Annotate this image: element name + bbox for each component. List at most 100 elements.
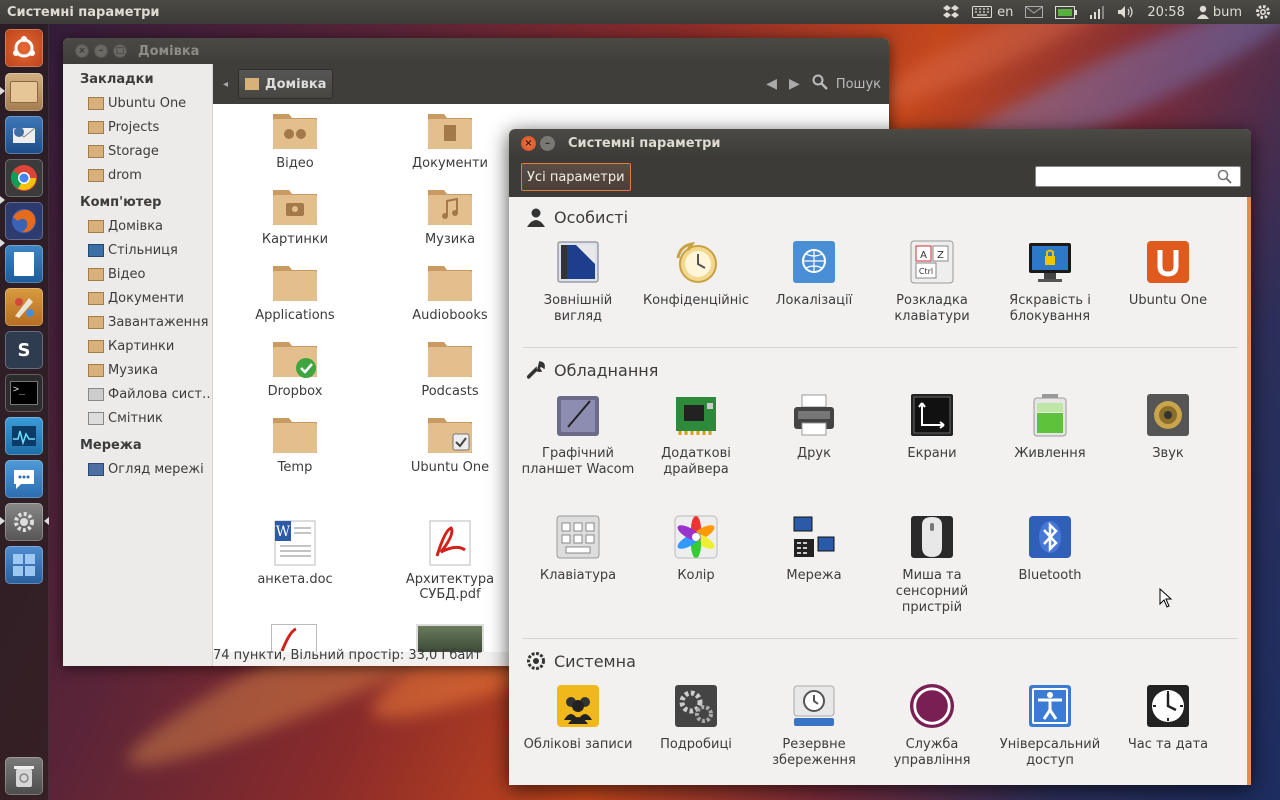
file-item-audiobooks[interactable]: Audiobooks xyxy=(380,262,520,323)
close-button[interactable]: × xyxy=(75,44,89,58)
back-arrow-icon[interactable]: ◀ xyxy=(766,76,777,92)
file-item-music[interactable]: Музика xyxy=(380,186,520,247)
sidebar-item-trash[interactable]: Смітник xyxy=(63,406,212,430)
settings-language[interactable]: Локалізації xyxy=(754,239,874,309)
file-item-applications[interactable]: Applications xyxy=(225,262,365,323)
sidebar-item-pictures[interactable]: Картинки xyxy=(63,334,212,358)
settings-brightness-lock[interactable]: Яскравість і блокування xyxy=(990,239,1110,325)
settings-wacom-tablet[interactable]: Графічний планшет Wacom xyxy=(518,392,638,478)
file-item-pictures[interactable]: Картинки xyxy=(225,186,365,247)
dropbox-icon[interactable] xyxy=(936,0,966,24)
sidebar-item-downloads[interactable]: Завантаження xyxy=(63,310,212,334)
file-item-dropbox[interactable]: Dropbox xyxy=(225,338,365,399)
keyboard-layout-icon: A Z Ctrl xyxy=(909,239,955,285)
settings-titlebar[interactable]: × – Системні параметри xyxy=(509,129,1251,157)
keyboard-indicator[interactable]: en xyxy=(966,0,1019,24)
settings-sound[interactable]: Звук xyxy=(1108,392,1228,462)
file-item-videos[interactable]: Відео xyxy=(225,110,365,171)
sidebar-item-videos[interactable]: Відео xyxy=(63,262,212,286)
sidebar-item-drom[interactable]: drom xyxy=(63,163,212,187)
file-item-ubuntu-one[interactable]: Ubuntu One xyxy=(380,414,520,475)
files-icon[interactable] xyxy=(5,73,43,111)
dropbox-folder-icon xyxy=(272,338,318,378)
sidebar-item-ubuntu-one[interactable]: Ubuntu One xyxy=(63,91,212,115)
file-item-architecture-pdf[interactable]: Архитектура СУБД.pdf xyxy=(380,520,520,602)
settings-additional-drivers[interactable]: Додаткові драйвера xyxy=(636,392,756,478)
volume-icon[interactable] xyxy=(1111,0,1141,24)
settings-search-input[interactable] xyxy=(1035,166,1241,187)
maximize-button[interactable]: □ xyxy=(113,44,127,58)
forward-arrow-icon[interactable]: ▶ xyxy=(789,76,800,92)
sidebar-item-projects[interactable]: Projects xyxy=(63,115,212,139)
clock[interactable]: 20:58 xyxy=(1141,0,1190,24)
settings-appearance[interactable]: Зовнішній вигляд xyxy=(518,239,638,325)
sidebar-item-storage[interactable]: Storage xyxy=(63,139,212,163)
sidebar-item-desktop[interactable]: Стільниця xyxy=(63,238,212,262)
settings-time-date[interactable]: Час та дата xyxy=(1108,683,1228,753)
settings-universal-access[interactable]: Універсальний доступ xyxy=(990,683,1110,769)
sublime-icon[interactable]: S xyxy=(5,331,43,369)
settings-color[interactable]: Колір xyxy=(636,514,756,584)
settings-keyboard[interactable]: Клавіатура xyxy=(518,514,638,584)
user-name: bum xyxy=(1212,4,1242,20)
thunderbird-icon[interactable] xyxy=(5,116,43,154)
system-settings-window: × – Системні параметри Усі параметри Осо… xyxy=(509,129,1251,785)
settings-ubuntu-one[interactable]: Ubuntu One xyxy=(1108,239,1228,309)
system-settings-icon[interactable] xyxy=(5,503,43,541)
file-manager-titlebar[interactable]: × – □ Домівка xyxy=(63,38,889,64)
settings-power[interactable]: Живлення xyxy=(990,392,1110,462)
chat-icon[interactable] xyxy=(5,460,43,498)
monitor-icon[interactable] xyxy=(5,417,43,455)
sidebar-item-browse-network[interactable]: Огляд мережі xyxy=(63,457,212,481)
trash-icon[interactable] xyxy=(5,757,43,795)
sidebar-item-documents[interactable]: Документи xyxy=(63,286,212,310)
network-icon[interactable] xyxy=(1083,0,1111,24)
settings-details[interactable]: Подробиці xyxy=(636,683,756,753)
search-label[interactable]: Пошук xyxy=(836,77,881,92)
file-item-podcasts[interactable]: Podcasts xyxy=(380,338,520,399)
settings-displays[interactable]: Екрани xyxy=(872,392,992,462)
settings-keyboard-layout[interactable]: A Z Ctrl Розкладка клавіатури xyxy=(872,239,992,325)
paint-icon[interactable] xyxy=(5,288,43,326)
settings-management-service[interactable]: Служба управління xyxy=(872,683,992,769)
drive-icon xyxy=(88,387,104,401)
file-item-documents[interactable]: Документи xyxy=(380,110,520,171)
ubuntu-one-icon xyxy=(1145,239,1191,285)
word-document-icon: W xyxy=(272,520,318,566)
places-sidebar: Закладки Ubuntu One Projects Storage dro… xyxy=(63,64,213,666)
settings-printers[interactable]: Друк xyxy=(754,392,874,462)
mail-icon[interactable] xyxy=(1019,0,1049,24)
path-back-arrow[interactable]: ◂ xyxy=(223,79,228,90)
settings-mouse-touchpad[interactable]: Миша та сенсорний пристрій xyxy=(872,514,992,616)
minimize-button[interactable]: – xyxy=(540,135,555,151)
file-item-temp[interactable]: Temp xyxy=(225,414,365,475)
sidebar-item-home[interactable]: Домівка xyxy=(63,214,212,238)
gear-icon[interactable] xyxy=(1248,0,1280,24)
close-button[interactable]: × xyxy=(521,135,536,151)
battery-icon[interactable] xyxy=(1049,0,1083,24)
file-item-anketa-doc[interactable]: W анкета.doc xyxy=(225,520,365,587)
sidebar-item-music[interactable]: Музика xyxy=(63,358,212,382)
settings-user-accounts[interactable]: Облікові записи xyxy=(518,683,638,753)
sidebar-item-filesystem[interactable]: Файлова сист… xyxy=(63,382,212,406)
path-button-home[interactable]: Домівка xyxy=(238,69,334,99)
music-folder-icon xyxy=(88,363,104,377)
settings-privacy[interactable]: Конфіденційніс xyxy=(636,239,756,309)
workspaces-icon[interactable] xyxy=(5,546,43,584)
active-window-title: Системні параметри xyxy=(7,4,160,20)
firefox-icon[interactable] xyxy=(5,202,43,240)
writer-icon[interactable] xyxy=(5,245,43,283)
wrench-icon xyxy=(526,361,545,379)
settings-bluetooth[interactable]: Bluetooth xyxy=(990,514,1110,584)
settings-network[interactable]: Мережа xyxy=(754,514,874,584)
terminal-icon[interactable]: >_ xyxy=(5,374,43,412)
backup-icon xyxy=(791,683,837,729)
ubuntu-logo-icon[interactable] xyxy=(5,29,43,67)
downloads-folder-icon xyxy=(88,315,104,329)
search-icon[interactable] xyxy=(812,74,828,94)
user-menu[interactable]: bum xyxy=(1191,0,1248,24)
minimize-button[interactable]: – xyxy=(94,44,108,58)
chrome-icon[interactable] xyxy=(5,159,43,197)
settings-backup[interactable]: Резервне збереження xyxy=(754,683,874,769)
all-settings-button[interactable]: Усі параметри xyxy=(521,163,631,191)
